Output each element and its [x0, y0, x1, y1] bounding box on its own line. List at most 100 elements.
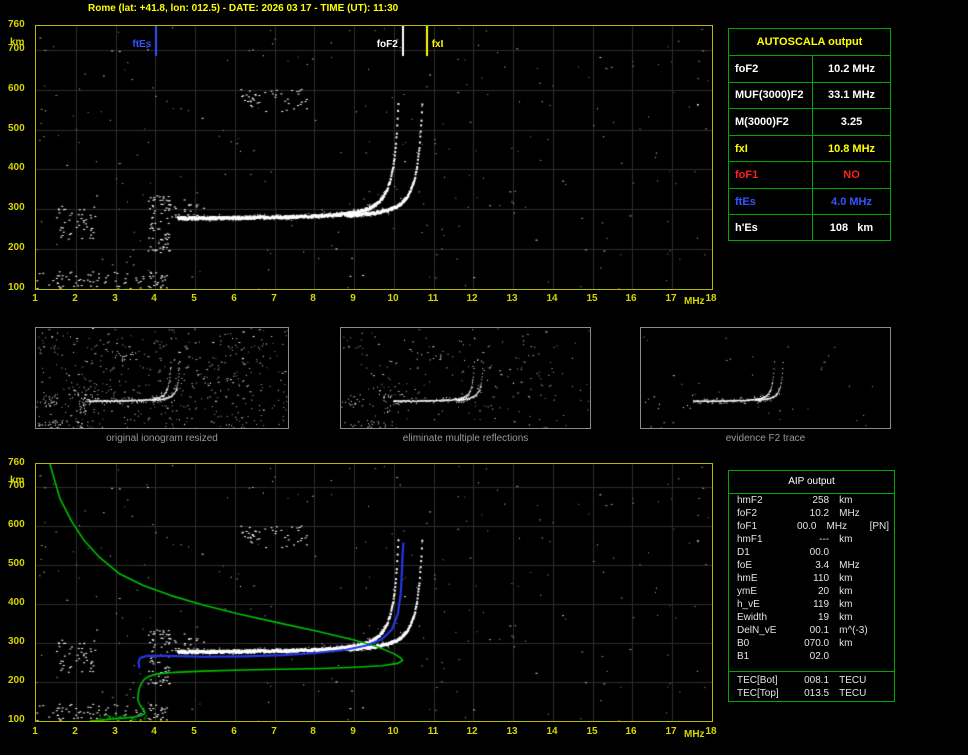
- x-tick-label: 7: [271, 293, 277, 304]
- aip-label: B1: [737, 651, 750, 662]
- aip-row-tecbot: TEC[Bot] 008.1 TECU: [729, 674, 894, 687]
- aip-row-hve: h_vE 119 km: [729, 598, 894, 611]
- aip-label: hmE: [737, 573, 758, 584]
- aip-row-hmf1: hmF1 --- km: [729, 533, 894, 546]
- aip-note: [889, 650, 894, 663]
- aip-value: 008.1: [804, 675, 830, 686]
- aip-value: 3.4: [815, 560, 830, 571]
- x-tick-label: 11: [427, 293, 439, 304]
- aip-value: 10.2: [809, 508, 830, 519]
- y-tick-label: 300: [8, 636, 25, 647]
- aip-row-b0: B0 070.0 km: [729, 637, 894, 650]
- y-tick-label: 760: [8, 19, 25, 30]
- autoscala-rows: foF2 10.2 MHz MUF(3000)F2 33.1 MHz M(3000)F2…: [729, 56, 890, 242]
- x-tick-label: 15: [586, 726, 598, 737]
- autoscala-param-value: 108 km: [829, 222, 874, 235]
- x-tick-label: 4: [151, 293, 157, 304]
- y-tick-label: 600: [8, 519, 25, 530]
- x-tick-label: 10: [387, 726, 399, 737]
- aip-note: [889, 637, 894, 650]
- aip-unit: km: [839, 495, 853, 506]
- x-tick-label: 2: [72, 293, 78, 304]
- x-tick-label: 7: [271, 726, 277, 737]
- top-x-axis-unit: MHz: [684, 296, 705, 307]
- aip-value: 00.0: [809, 547, 830, 558]
- autoscala-param-value: 10.2 MHz: [827, 62, 876, 75]
- aip-note: [889, 598, 894, 611]
- autoscala-param-value: 4.0 MHz: [831, 195, 872, 208]
- autoscala-panel-title: AUTOSCALA output: [729, 29, 890, 56]
- autoscala-param-value: 10.8 MHz: [827, 142, 876, 155]
- aip-note: [889, 585, 894, 598]
- autoscala-param-label: MUF(3000)F2: [729, 82, 813, 109]
- aip-unit: MHz: [839, 508, 860, 519]
- x-tick-label: 1: [32, 726, 38, 737]
- y-tick-label: 500: [8, 123, 25, 134]
- thumb-eliminate-reflections: [340, 327, 591, 429]
- aip-rows: hmF2 258 km foF2 10.2 MHz foF1 00.0 MHz [PN] hmF1 -…: [729, 494, 894, 663]
- x-tick-label: 17: [665, 726, 677, 737]
- x-tick-label: 14: [546, 726, 558, 737]
- x-tick-label: 6: [231, 293, 237, 304]
- aip-unit: m^(-3): [839, 625, 868, 636]
- thumb-f2-canvas: [641, 328, 890, 428]
- autoscala-param-label: foF1: [729, 162, 813, 188]
- x-tick-label: 6: [231, 726, 237, 737]
- x-tick-label: 16: [625, 293, 637, 304]
- x-tick-label: 3: [112, 293, 118, 304]
- aip-row-fof1: foF1 00.0 MHz [PN]: [729, 520, 894, 533]
- aip-unit: km: [839, 612, 853, 623]
- aip-unit: [829, 546, 889, 559]
- aip-row-foe: foE 3.4 MHz: [729, 559, 894, 572]
- aip-label: Ewidth: [737, 612, 768, 623]
- aip-tec-rows: TEC[Bot] 008.1 TECU TEC[Top] 013.5 TECU: [729, 671, 894, 700]
- aip-unit: km: [839, 638, 853, 649]
- autoscala-row-m3000f2: M(3000)F2 3.25: [729, 108, 890, 135]
- aip-unit: [829, 650, 889, 663]
- thumb3-caption: evidence F2 trace: [725, 433, 806, 444]
- marker-label-ftes: ftEs: [132, 39, 152, 50]
- aip-label: h_vE: [737, 599, 760, 610]
- aip-note: [PN]: [869, 521, 890, 532]
- x-tick-label: 8: [310, 293, 316, 304]
- top-ionogram-canvas: [36, 26, 712, 289]
- thumb-eliminate-canvas: [341, 328, 590, 428]
- y-tick-label: 300: [8, 202, 25, 213]
- aip-value: 119: [813, 599, 830, 610]
- aip-label: TEC[Top]: [737, 688, 779, 699]
- aip-label: B0: [737, 638, 750, 649]
- aip-value: ---: [819, 534, 830, 545]
- aip-label: hmF1: [737, 534, 763, 545]
- bottom-ionogram-canvas: [36, 464, 712, 721]
- aip-row-d1: D1 00.0: [729, 546, 894, 559]
- aip-label: TEC[Bot]: [737, 675, 778, 686]
- thumb2-caption: eliminate multiple reflections: [402, 433, 529, 444]
- x-tick-label: 18: [705, 726, 717, 737]
- aip-value: 258: [812, 495, 830, 506]
- aip-value: 20: [817, 586, 830, 597]
- aip-label: DelN_vE: [737, 625, 777, 636]
- aip-unit: km: [839, 534, 853, 545]
- x-tick-label: 5: [191, 726, 197, 737]
- aip-unit: MHz: [826, 521, 848, 532]
- aip-note: [889, 559, 894, 572]
- aip-row-hmf2: hmF2 258 km: [729, 494, 894, 507]
- x-tick-label: 15: [586, 293, 598, 304]
- autoscala-row-muf3000f2: MUF(3000)F2 33.1 MHz: [729, 81, 890, 109]
- x-tick-label: 12: [466, 726, 478, 737]
- top-ionogram-plot: ftEs foF2 fxI: [35, 25, 713, 290]
- aip-unit: km: [839, 573, 853, 584]
- autoscala-param-label: h'Es: [729, 215, 813, 242]
- autoscala-param-label: M(3000)F2: [729, 109, 813, 135]
- aip-unit: km: [839, 586, 853, 597]
- aip-label: foF1: [737, 521, 758, 532]
- autoscala-row-hes: h'Es 108 km: [729, 214, 890, 242]
- x-tick-label: 12: [466, 293, 478, 304]
- aip-output-panel: AIP output hmF2 258 km foF2 10.2 MHz foF1 00.0 M…: [728, 470, 895, 702]
- y-tick-label: 700: [8, 480, 25, 491]
- x-tick-label: 11: [427, 726, 439, 737]
- aip-row-b1: B1 02.0: [729, 650, 894, 663]
- thumb-original-ionogram: [35, 327, 289, 429]
- aip-unit: TECU: [839, 688, 867, 699]
- x-tick-label: 9: [350, 293, 356, 304]
